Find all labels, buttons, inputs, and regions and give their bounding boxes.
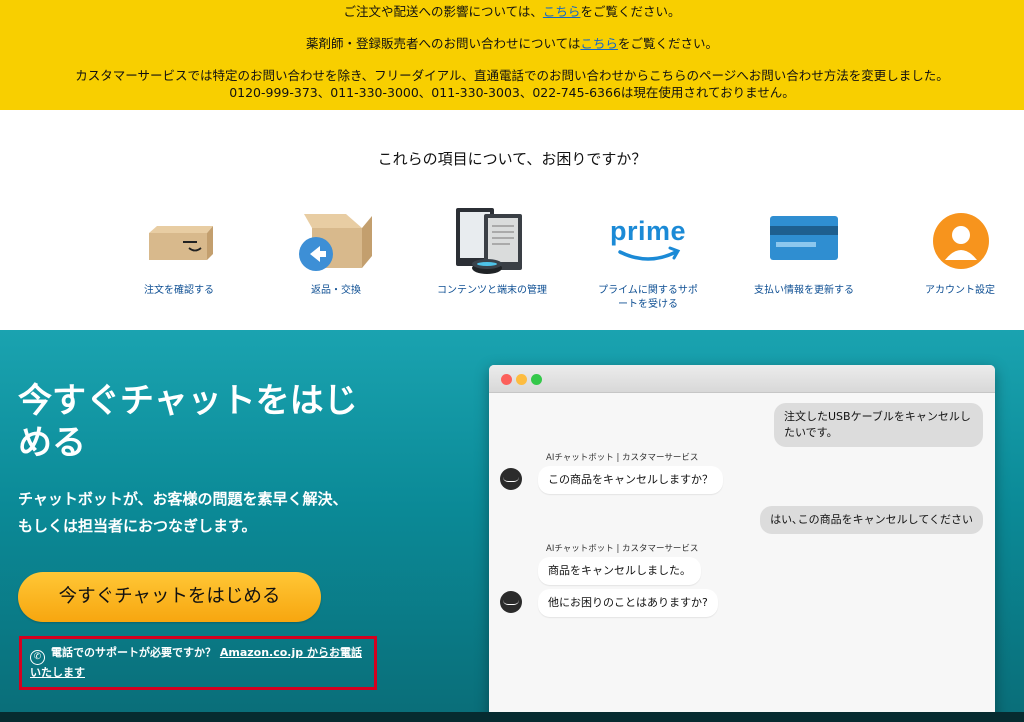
window-titlebar (489, 365, 995, 393)
maximize-dot-icon (531, 374, 542, 385)
topic-label: プライムに関するサポートを受ける (598, 285, 698, 310)
notice-text: 薬剤師・登録販売者へのお問い合わせについては (306, 36, 581, 51)
bot-meta: AIチャットボット | カスタマーサービス (546, 544, 699, 554)
package-box-icon (119, 208, 239, 278)
chat-subtitle: チャットボットが、お客様の問題を素早く解決、もしくは担当者におつなぎします。 (18, 490, 348, 535)
phone-support-callout: ✆ 電話でのサポートが必要ですか？ Amazon.co.jp からお電話いたします (19, 636, 377, 690)
bot-avatar-icon (500, 591, 522, 613)
devices-icon (432, 208, 552, 278)
account-avatar-icon (900, 208, 1020, 278)
topic-label: コンテンツと端末の管理 (437, 285, 547, 296)
notice-banner: ご注文や配送への影響については、こちらをご覧ください。 薬剤師・登録販売者へのお… (0, 0, 1024, 110)
close-dot-icon (501, 374, 512, 385)
start-chat-button[interactable]: 今すぐチャットをはじめる (18, 572, 321, 622)
topic-label: アカウント設定 (925, 285, 995, 296)
user-message: はい､この商品をキャンセルしてください (760, 506, 983, 534)
notice-line-phone-change: カスタマーサービスでは特定のお問い合わせを除き、フリーダイアル、直通電話でのお問… (75, 68, 949, 83)
topic-your-orders[interactable]: 注文を確認する (119, 208, 239, 298)
pharmacist-notice-link[interactable]: こちら (580, 36, 618, 51)
topic-label: 支払い情報を更新する (754, 285, 854, 296)
phone-support-text: 電話でのサポートが必要ですか？ (51, 646, 216, 659)
bot-message: 他にお困りのことはありますか? (538, 589, 718, 617)
topic-label: 注文を確認する (144, 285, 214, 296)
help-topics-section: これらの項目について、お困りですか？ 注文を確認する 返品・交換 コンテンツと端… (0, 110, 1024, 330)
bot-message: 商品をキャンセルしました。 (538, 557, 701, 585)
notice-line-phone-numbers: 0120-999-373、011-330-3000、011-330-3003、0… (229, 85, 795, 100)
notice-line-orders: ご注文や配送への影響については、こちらをご覧ください。 (0, 4, 1024, 20)
phone-icon: ✆ (30, 650, 45, 665)
chat-section: 今すぐチャットをはじめる チャットボットが、お客様の問題を素早く解決、もしくは担… (0, 330, 1024, 722)
return-box-icon (276, 208, 396, 278)
topic-label: 返品・交換 (311, 285, 361, 296)
chat-title: 今すぐチャットをはじめる (18, 381, 358, 463)
minimize-dot-icon (516, 374, 527, 385)
notice-text: をご覧ください。 (617, 36, 718, 51)
bot-message: この商品をキャンセルしますか？ (538, 466, 723, 494)
help-topics-title: これらの項目について、お困りですか？ (377, 150, 647, 168)
notice-text: ご注文や配送への影響については、 (343, 4, 543, 19)
topic-account-settings[interactable]: アカウント設定 (900, 208, 1020, 298)
topic-payment-info[interactable]: 支払い情報を更新する (744, 208, 864, 298)
notice-text: をご覧ください。 (580, 4, 681, 19)
chat-preview-window: 注文したUSBケーブルをキャンセルしたいです。 AIチャットボット | カスタマ… (489, 365, 995, 722)
bot-meta: AIチャットボット | カスタマーサービス (546, 453, 699, 463)
orders-notice-link[interactable]: こちら (543, 4, 581, 19)
topic-returns[interactable]: 返品・交換 (276, 208, 396, 298)
user-message: 注文したUSBケーブルをキャンセルしたいです。 (774, 403, 983, 447)
bot-avatar-icon (500, 468, 522, 490)
topic-content-devices[interactable]: コンテンツと端末の管理 (432, 208, 552, 298)
topic-prime-support[interactable]: prime プライムに関するサポートを受ける (588, 208, 708, 312)
credit-card-icon (744, 208, 864, 278)
prime-logo-icon: prime (588, 208, 708, 278)
notice-line-pharmacist: 薬剤師・登録販売者へのお問い合わせについてはこちらをご覧ください。 (0, 36, 1024, 52)
